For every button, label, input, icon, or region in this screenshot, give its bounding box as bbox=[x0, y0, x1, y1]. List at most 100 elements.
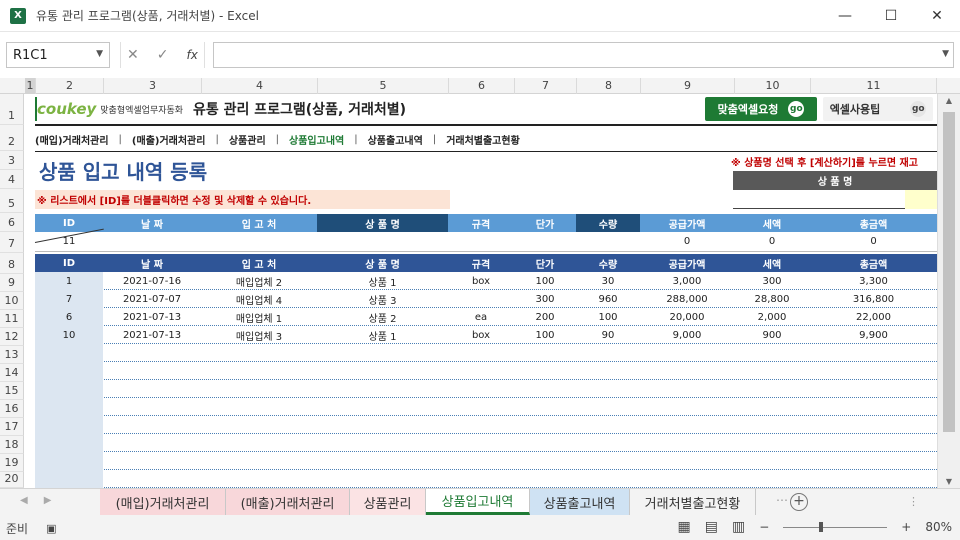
nav-item[interactable]: 상품입고내역 bbox=[289, 132, 344, 147]
row-header[interactable]: 1 bbox=[0, 94, 24, 125]
table-cell[interactable]: 28,800 bbox=[734, 290, 810, 308]
table-cell[interactable]: 1 bbox=[35, 272, 103, 290]
table-cell[interactable]: 9,000 bbox=[640, 326, 734, 344]
nav-item[interactable]: 거래처별출고현황 bbox=[446, 132, 520, 147]
row-header[interactable]: 14 bbox=[0, 364, 24, 382]
zoom-level[interactable]: 80% bbox=[925, 520, 952, 534]
table-cell[interactable]: box bbox=[448, 326, 514, 344]
sheet-tab[interactable]: 거래처별출고현황 bbox=[630, 489, 756, 515]
list-header-cell[interactable]: 수량 bbox=[576, 254, 640, 272]
row-header[interactable]: 12 bbox=[0, 328, 24, 346]
input-cell[interactable]: 0 bbox=[640, 232, 734, 252]
input-cell[interactable] bbox=[201, 232, 317, 252]
table-cell[interactable]: 매입업체 3 bbox=[201, 326, 317, 344]
table-cell[interactable]: 100 bbox=[576, 308, 640, 326]
row-header[interactable]: 19 bbox=[0, 454, 24, 472]
input-cell[interactable] bbox=[448, 232, 514, 252]
minimize-button[interactable]: — bbox=[822, 0, 868, 32]
sheet-tab[interactable]: (매입)거래처관리 bbox=[100, 489, 226, 515]
scroll-thumb[interactable] bbox=[943, 112, 955, 432]
add-sheet-icon[interactable]: + bbox=[790, 493, 808, 511]
table-cell[interactable]: 90 bbox=[576, 326, 640, 344]
worksheet[interactable]: coukey 맞춤형엑셀업무자동화 유통 관리 프로그램(상품, 거래처별) 맞… bbox=[25, 95, 937, 488]
row-header[interactable]: 20 bbox=[0, 472, 24, 488]
split-handle-icon[interactable]: ⋮ bbox=[908, 495, 919, 508]
table-cell[interactable]: 상품 2 bbox=[317, 308, 448, 326]
table-cell[interactable]: 상품 3 bbox=[317, 290, 448, 308]
chevron-down-icon[interactable]: ▼ bbox=[96, 49, 103, 59]
enter-icon[interactable]: ✓ bbox=[157, 47, 169, 63]
table-cell[interactable]: 매입업체 2 bbox=[201, 272, 317, 290]
list-header-cell[interactable]: 규격 bbox=[448, 254, 514, 272]
row-header[interactable]: 7 bbox=[0, 232, 24, 253]
table-cell[interactable]: 2021-07-13 bbox=[103, 326, 201, 344]
sheet-tab[interactable]: (매출)거래처관리 bbox=[226, 489, 350, 515]
scroll-up-icon[interactable]: ▲ bbox=[938, 96, 960, 105]
product-select-extra[interactable] bbox=[905, 190, 937, 209]
list-header-cell[interactable]: 공급가액 bbox=[640, 254, 734, 272]
sheet-tab[interactable]: 상품입고내역 bbox=[426, 489, 530, 515]
column-header[interactable]: 9 bbox=[641, 78, 735, 94]
table-cell[interactable]: 7 bbox=[35, 290, 103, 308]
scroll-down-icon[interactable]: ▼ bbox=[938, 477, 960, 486]
table-cell[interactable]: 200 bbox=[514, 308, 576, 326]
maximize-button[interactable]: ☐ bbox=[868, 0, 914, 32]
name-box[interactable]: R1C1 ▼ bbox=[6, 42, 110, 68]
table-cell[interactable]: 매입업체 1 bbox=[201, 308, 317, 326]
sheet-tab[interactable]: 상품출고내역 bbox=[530, 489, 630, 515]
table-row[interactable] bbox=[35, 452, 937, 470]
row-header[interactable]: 6 bbox=[0, 213, 24, 232]
input-cell[interactable] bbox=[103, 232, 201, 252]
macro-record-icon[interactable]: ▣ bbox=[46, 522, 56, 535]
input-cell[interactable]: 0 bbox=[734, 232, 810, 252]
row-header[interactable]: 10 bbox=[0, 292, 24, 310]
row-header[interactable]: 4 bbox=[0, 170, 24, 189]
column-header[interactable]: 4 bbox=[202, 78, 318, 94]
nav-item[interactable]: (매입)거래처관리 bbox=[35, 132, 109, 147]
cancel-icon[interactable]: ✕ bbox=[127, 47, 139, 63]
column-header[interactable]: 7 bbox=[515, 78, 577, 94]
custom-request-button[interactable]: 맞춤엑셀요청 go bbox=[705, 97, 817, 121]
list-header-cell[interactable]: ID bbox=[35, 254, 103, 272]
product-select-input[interactable] bbox=[733, 190, 905, 209]
table-cell[interactable]: 100 bbox=[514, 272, 576, 290]
table-cell[interactable]: 30 bbox=[576, 272, 640, 290]
page-break-icon[interactable]: ▥ bbox=[732, 519, 745, 535]
input-cell[interactable] bbox=[576, 232, 640, 252]
table-cell[interactable]: 6 bbox=[35, 308, 103, 326]
table-cell[interactable]: 10 bbox=[35, 326, 103, 344]
table-row[interactable] bbox=[35, 362, 937, 380]
column-header[interactable]: 10 bbox=[735, 78, 811, 94]
column-header[interactable]: 5 bbox=[318, 78, 449, 94]
nav-item[interactable]: 상품출고내역 bbox=[368, 132, 423, 147]
row-header[interactable]: 13 bbox=[0, 346, 24, 364]
insert-function-icon[interactable]: fx bbox=[186, 48, 197, 62]
row-header[interactable]: 2 bbox=[0, 125, 24, 151]
excel-tips-button[interactable]: 엑셀사용팁 go bbox=[823, 97, 933, 121]
column-header[interactable]: 6 bbox=[449, 78, 515, 94]
row-header[interactable]: 18 bbox=[0, 436, 24, 454]
zoom-out-button[interactable]: − bbox=[759, 520, 769, 534]
table-cell[interactable]: 100 bbox=[514, 326, 576, 344]
close-button[interactable]: ✕ bbox=[914, 0, 960, 32]
input-cell[interactable] bbox=[514, 232, 576, 252]
table-cell[interactable]: 2021-07-16 bbox=[103, 272, 201, 290]
page-layout-icon[interactable]: ▤ bbox=[705, 519, 718, 535]
list-header-cell[interactable]: 날 짜 bbox=[103, 254, 201, 272]
formula-input[interactable]: ▼ bbox=[212, 42, 954, 68]
row-header[interactable]: 8 bbox=[0, 253, 24, 274]
table-cell[interactable]: 2021-07-13 bbox=[103, 308, 201, 326]
table-cell[interactable]: 960 bbox=[576, 290, 640, 308]
input-cell[interactable] bbox=[317, 232, 448, 252]
normal-view-icon[interactable]: ▦ bbox=[678, 519, 691, 535]
tab-more-icon[interactable]: ⋯ bbox=[776, 493, 788, 507]
row-header[interactable]: 15 bbox=[0, 382, 24, 400]
table-cell[interactable]: 9,900 bbox=[810, 326, 937, 344]
table-row[interactable] bbox=[35, 398, 937, 416]
column-header[interactable]: 3 bbox=[104, 78, 202, 94]
input-cell[interactable]: 0 bbox=[810, 232, 937, 252]
nav-item[interactable]: 상품관리 bbox=[229, 132, 266, 147]
list-header-cell[interactable]: 상 품 명 bbox=[317, 254, 448, 272]
table-row[interactable] bbox=[35, 344, 937, 362]
column-header[interactable]: 1 bbox=[25, 78, 36, 94]
